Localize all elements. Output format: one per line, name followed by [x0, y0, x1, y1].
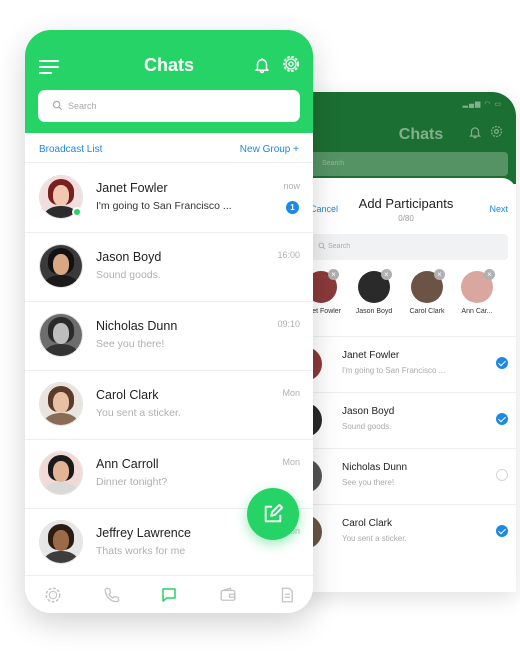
chat-time: Mon: [282, 388, 300, 398]
chat-time: Mon: [282, 457, 300, 467]
participant-message: You sent a sticker.: [342, 534, 407, 543]
search-icon: [318, 242, 326, 250]
chats-header: Chats: [25, 30, 313, 133]
participant-count: 0/80: [398, 214, 414, 223]
chats-icon[interactable]: [160, 586, 178, 604]
gear-icon[interactable]: [489, 124, 504, 139]
chat-time: 16:00: [277, 250, 300, 260]
online-indicator: [72, 207, 82, 217]
back-header: ▂▄▆ ◠ ▭ Chats Search: [296, 92, 516, 184]
chat-name: Ann Carroll: [96, 457, 159, 471]
participant-message: I'm going to San Francisco ...: [342, 366, 446, 375]
participant-message: Sound goods.: [342, 422, 392, 431]
selected-chip[interactable]: × Jason Boyd: [349, 269, 399, 315]
participant-name: Janet Fowler: [342, 350, 400, 361]
gear-icon[interactable]: [281, 54, 301, 74]
avatar: [39, 382, 83, 426]
chat-name: Carol Clark: [96, 388, 159, 402]
chat-row[interactable]: Jason Boyd Sound goods. 16:00: [25, 233, 313, 302]
participants-sheet: Cancel Add Participants 0/80 Next Search…: [296, 178, 516, 592]
participant-row[interactable]: Janet Fowler I'm going to San Francisco …: [296, 336, 516, 392]
chat-name: Jeffrey Lawrence: [96, 526, 191, 540]
chat-row[interactable]: Nicholas Dunn See you there! 09:10: [25, 302, 313, 371]
list-actions-bar: Broadcast List New Group +: [25, 133, 313, 163]
chat-preview: You sent a sticker.: [96, 407, 181, 419]
participant-row[interactable]: Carol Clark You sent a sticker.: [296, 504, 516, 560]
wallet-icon[interactable]: [219, 586, 237, 604]
participant-row[interactable]: Nicholas Dunn See you there!: [296, 448, 516, 504]
chat-name: Nicholas Dunn: [96, 319, 178, 333]
chat-time: 09:10: [277, 319, 300, 329]
showcase-stage: ▂▄▆ ◠ ▭ Chats Search Cancel Add Particip…: [0, 0, 520, 653]
bell-icon[interactable]: [468, 125, 482, 139]
search-input[interactable]: [68, 90, 288, 122]
chat-row[interactable]: Carol Clark You sent a sticker. Mon: [25, 371, 313, 440]
notes-icon[interactable]: [278, 586, 296, 604]
chat-preview: Sound goods.: [96, 269, 161, 281]
selected-name: Jason Boyd: [355, 308, 393, 315]
chat-preview: Dinner tonight?: [96, 476, 168, 488]
chat-time: now: [283, 181, 300, 191]
chat-name: Janet Fowler: [96, 181, 168, 195]
remove-icon[interactable]: ×: [484, 269, 495, 280]
participant-name: Nicholas Dunn: [342, 462, 408, 473]
checkbox-checked-icon[interactable]: [496, 357, 508, 369]
selected-name: Carol Clark: [409, 308, 445, 315]
next-button[interactable]: Next: [489, 204, 508, 214]
chat-preview: See you there!: [96, 338, 165, 350]
bottom-tab-bar: [25, 575, 313, 613]
chat-preview: I'm going to San Francisco ...: [96, 200, 232, 212]
search-field[interactable]: [38, 90, 300, 122]
selected-chip[interactable]: × Carol Clark: [402, 269, 452, 315]
chat-preview: Thats works for me: [96, 545, 186, 557]
participant-row[interactable]: Jason Boyd Sound goods.: [296, 392, 516, 448]
unread-badge: 1: [286, 201, 299, 214]
checkbox-unchecked-icon[interactable]: [496, 469, 508, 481]
broadcast-list-link[interactable]: Broadcast List: [39, 144, 102, 155]
avatar: [39, 313, 83, 357]
participant-search-input[interactable]: Search: [306, 234, 508, 260]
remove-icon[interactable]: ×: [434, 269, 445, 280]
participant-search-placeholder: Search: [328, 243, 351, 250]
checkbox-checked-icon[interactable]: [496, 413, 508, 425]
back-search-field[interactable]: Search: [308, 152, 508, 176]
status-icon[interactable]: [44, 586, 62, 604]
selected-name: Ann Car...: [461, 308, 493, 315]
avatar: [39, 244, 83, 288]
participant-name: Jason Boyd: [342, 406, 395, 417]
compose-button[interactable]: [247, 488, 299, 540]
checkbox-checked-icon[interactable]: [496, 525, 508, 537]
new-group-link[interactable]: New Group +: [240, 144, 299, 155]
back-title: Chats: [398, 126, 444, 143]
avatar: ×: [358, 269, 392, 303]
remove-icon[interactable]: ×: [381, 269, 392, 280]
participant-message: See you there!: [342, 478, 395, 487]
avatar: ×: [411, 269, 445, 303]
remove-icon[interactable]: ×: [328, 269, 339, 280]
avatar: [39, 520, 83, 564]
avatar: ×: [461, 269, 495, 303]
bell-icon[interactable]: [253, 56, 271, 74]
search-icon: [52, 100, 63, 111]
selected-chip[interactable]: × Ann Car...: [452, 269, 502, 315]
sheet-title: Add Participants: [358, 196, 454, 211]
participant-list: Janet Fowler I'm going to San Francisco …: [296, 336, 516, 560]
add-participants-screen: ▂▄▆ ◠ ▭ Chats Search Cancel Add Particip…: [296, 92, 516, 592]
selected-participants: × Janet Fowler × Jason Boyd × Carol Clar…: [296, 269, 516, 327]
chats-screen: Chats Broadcast List New Group + Janet F…: [25, 30, 313, 613]
chat-row[interactable]: Janet Fowler I'm going to San Francisco …: [25, 164, 313, 233]
edit-icon: [264, 503, 284, 523]
status-bar-icons: ▂▄▆ ◠ ▭: [462, 101, 502, 108]
participant-name: Carol Clark: [342, 518, 393, 529]
chat-name: Jason Boyd: [96, 250, 162, 264]
calls-icon[interactable]: [103, 586, 121, 604]
avatar: [39, 451, 83, 495]
